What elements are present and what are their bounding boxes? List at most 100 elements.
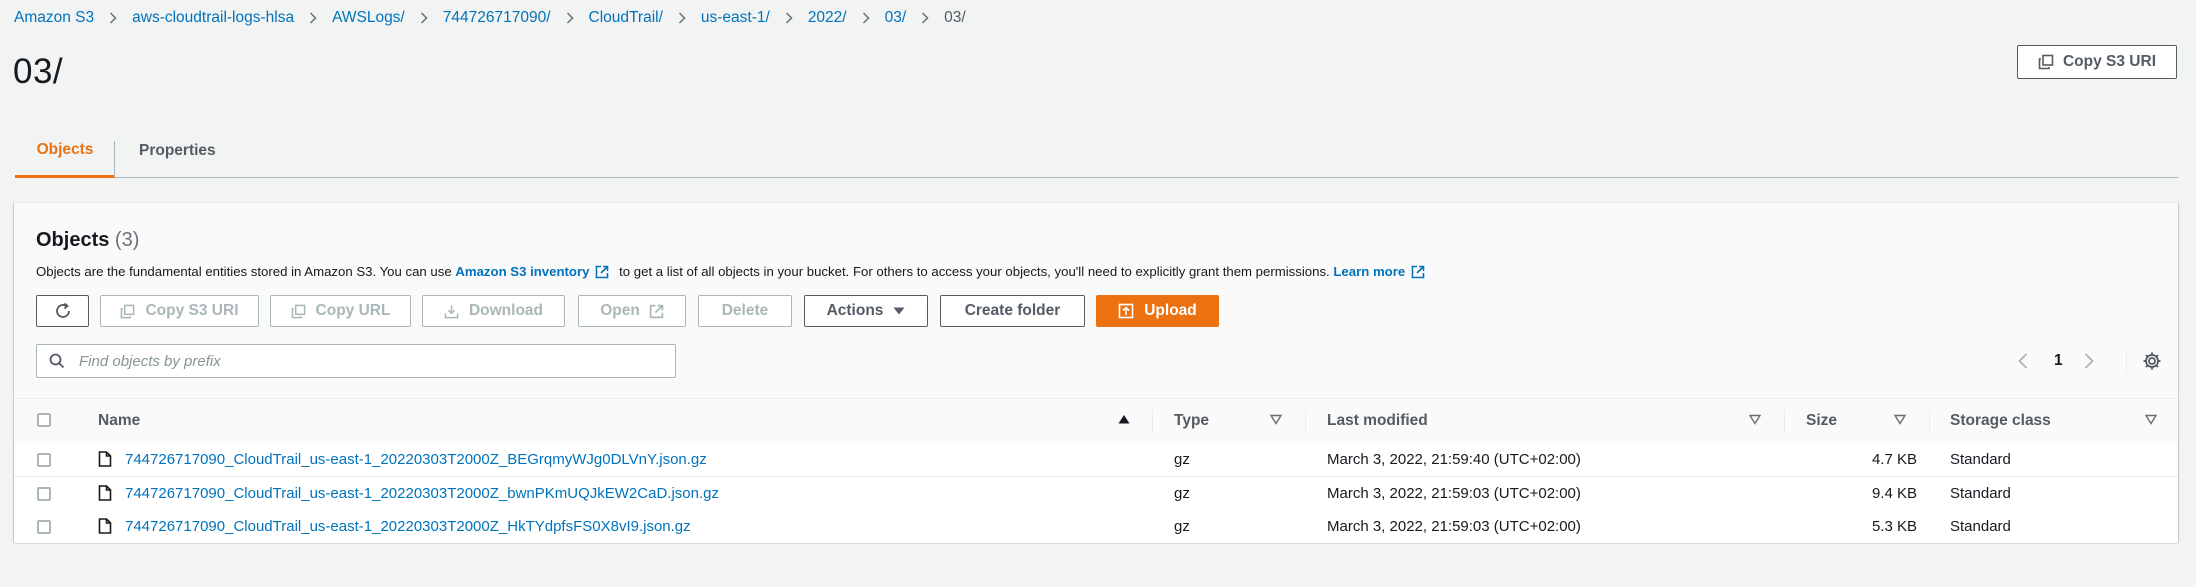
- refresh-icon: [54, 302, 72, 320]
- objects-description: Objects are the fundamental entities sto…: [36, 264, 1431, 282]
- copy-s3-uri-toolbar-label: Copy S3 URI: [145, 302, 239, 319]
- chevron-right-icon: [420, 12, 428, 24]
- actions-dropdown[interactable]: Actions: [804, 295, 928, 327]
- table-row[interactable]: 744726717090_CloudTrail_us-east-1_202203…: [14, 443, 2178, 477]
- inventory-link[interactable]: Amazon S3 inventory: [455, 264, 589, 279]
- page-title: 03/: [13, 52, 64, 91]
- create-folder-button[interactable]: Create folder: [940, 295, 1085, 327]
- object-last-modified: March 3, 2022, 21:59:40 (UTC+02:00): [1327, 451, 1581, 468]
- row-checkbox[interactable]: [37, 520, 51, 534]
- chevron-right-icon: [2084, 353, 2094, 369]
- download-button[interactable]: Download: [422, 295, 565, 327]
- sort-icon[interactable]: [1894, 413, 1906, 425]
- sort-icon[interactable]: [2145, 413, 2157, 425]
- current-page-number[interactable]: 1: [2054, 344, 2063, 378]
- tab-objects[interactable]: Objects: [15, 124, 115, 178]
- file-icon: [98, 518, 112, 534]
- column-header-storage-class[interactable]: Storage class: [1950, 399, 2051, 443]
- table-header: Name Type Last modified Size Storage cla…: [14, 398, 2178, 444]
- chevron-right-icon: [109, 12, 117, 24]
- upload-icon: [1118, 303, 1134, 319]
- objects-panel-header: Objects (3) Objects are the fundamental …: [14, 202, 2178, 398]
- breadcrumb-month[interactable]: 03/: [885, 9, 907, 27]
- object-type: gz: [1174, 485, 1190, 502]
- objects-count: (3): [114, 229, 140, 251]
- chevron-right-icon: [785, 12, 793, 24]
- breadcrumb-account[interactable]: 744726717090/: [443, 9, 551, 27]
- sort-icon[interactable]: [1749, 413, 1761, 425]
- breadcrumb: Amazon S3 aws-cloudtrail-logs-hlsa AWSLo…: [14, 8, 966, 28]
- description-text-2: to get a list of all objects in your buc…: [615, 264, 1334, 279]
- open-label: Open: [600, 302, 640, 319]
- sort-ascending-icon[interactable]: [1118, 413, 1130, 425]
- object-type: gz: [1174, 451, 1190, 468]
- delete-label: Delete: [721, 302, 769, 319]
- external-link-icon[interactable]: [595, 265, 609, 282]
- chevron-left-icon: [2018, 353, 2028, 369]
- learn-more-link[interactable]: Learn more: [1333, 264, 1405, 279]
- breadcrumb-amazon-s3[interactable]: Amazon S3: [14, 9, 94, 27]
- object-size: 9.4 KB: [1871, 485, 1917, 502]
- copy-s3-uri-button[interactable]: Copy S3 URI: [2017, 45, 2177, 79]
- objects-panel: Objects (3) Objects are the fundamental …: [14, 202, 2178, 543]
- next-page-button[interactable]: [2084, 344, 2094, 378]
- breadcrumb-region[interactable]: us-east-1/: [701, 9, 770, 27]
- copy-icon: [291, 304, 306, 319]
- tab-bar: Objects Properties: [15, 124, 2178, 178]
- column-divider: [1305, 410, 1306, 432]
- tab-objects-label: Objects: [36, 140, 94, 158]
- tab-properties[interactable]: Properties: [139, 124, 216, 177]
- upload-label: Upload: [1144, 302, 1197, 319]
- objects-panel-title: Objects (3): [36, 229, 139, 252]
- copy-url-label: Copy URL: [315, 302, 391, 319]
- chevron-right-icon: [921, 12, 929, 24]
- table-row[interactable]: 744726717090_CloudTrail_us-east-1_202203…: [14, 510, 2178, 543]
- copy-url-button[interactable]: Copy URL: [270, 295, 411, 327]
- open-button[interactable]: Open: [578, 295, 686, 327]
- objects-title-text: Objects: [36, 229, 110, 251]
- breadcrumb-year[interactable]: 2022/: [808, 9, 847, 27]
- caret-down-icon: [893, 307, 905, 315]
- column-divider: [1152, 410, 1153, 432]
- column-header-type[interactable]: Type: [1174, 399, 1209, 443]
- object-name-link[interactable]: 744726717090_CloudTrail_us-east-1_202203…: [125, 510, 691, 543]
- file-icon: [98, 485, 112, 501]
- description-text-1: Objects are the fundamental entities sto…: [36, 264, 456, 279]
- row-checkbox[interactable]: [37, 487, 51, 501]
- column-header-last-modified[interactable]: Last modified: [1327, 399, 1428, 443]
- breadcrumb-current: 03/: [944, 9, 966, 26]
- column-header-name[interactable]: Name: [98, 399, 140, 443]
- previous-page-button[interactable]: [2018, 344, 2028, 378]
- chevron-right-icon: [566, 12, 574, 24]
- object-type: gz: [1174, 518, 1190, 535]
- create-folder-label: Create folder: [964, 302, 1061, 319]
- download-icon: [444, 304, 459, 319]
- file-icon: [98, 451, 112, 467]
- upload-button[interactable]: Upload: [1096, 295, 1219, 327]
- column-header-size[interactable]: Size: [1806, 399, 1837, 443]
- object-storage-class: Standard: [1950, 518, 2011, 535]
- sort-icon[interactable]: [1270, 413, 1282, 425]
- tab-divider: [114, 141, 115, 177]
- table-preferences-button[interactable]: [2142, 344, 2162, 378]
- copy-s3-uri-toolbar-button[interactable]: Copy S3 URI: [100, 295, 259, 327]
- external-link-icon[interactable]: [1411, 265, 1425, 282]
- tab-properties-label: Properties: [139, 141, 216, 159]
- row-checkbox[interactable]: [37, 453, 51, 467]
- find-objects-input[interactable]: [77, 351, 661, 371]
- object-name-link[interactable]: 744726717090_CloudTrail_us-east-1_202203…: [125, 443, 707, 476]
- breadcrumb-cloudtrail[interactable]: CloudTrail/: [589, 9, 663, 27]
- breadcrumb-awslogs[interactable]: AWSLogs/: [332, 9, 405, 27]
- select-all-checkbox[interactable]: [37, 413, 51, 427]
- object-storage-class: Standard: [1950, 451, 2011, 468]
- search-box: [36, 344, 676, 378]
- column-divider: [1929, 410, 1930, 432]
- delete-button[interactable]: Delete: [698, 295, 792, 327]
- object-last-modified: March 3, 2022, 21:59:03 (UTC+02:00): [1327, 518, 1581, 535]
- object-last-modified: March 3, 2022, 21:59:03 (UTC+02:00): [1327, 485, 1581, 502]
- refresh-button[interactable]: [36, 295, 89, 327]
- object-name-link[interactable]: 744726717090_CloudTrail_us-east-1_202203…: [125, 477, 719, 510]
- table-row[interactable]: 744726717090_CloudTrail_us-east-1_202203…: [14, 477, 2178, 511]
- breadcrumb-bucket[interactable]: aws-cloudtrail-logs-hlsa: [132, 9, 294, 27]
- actions-label: Actions: [826, 302, 884, 319]
